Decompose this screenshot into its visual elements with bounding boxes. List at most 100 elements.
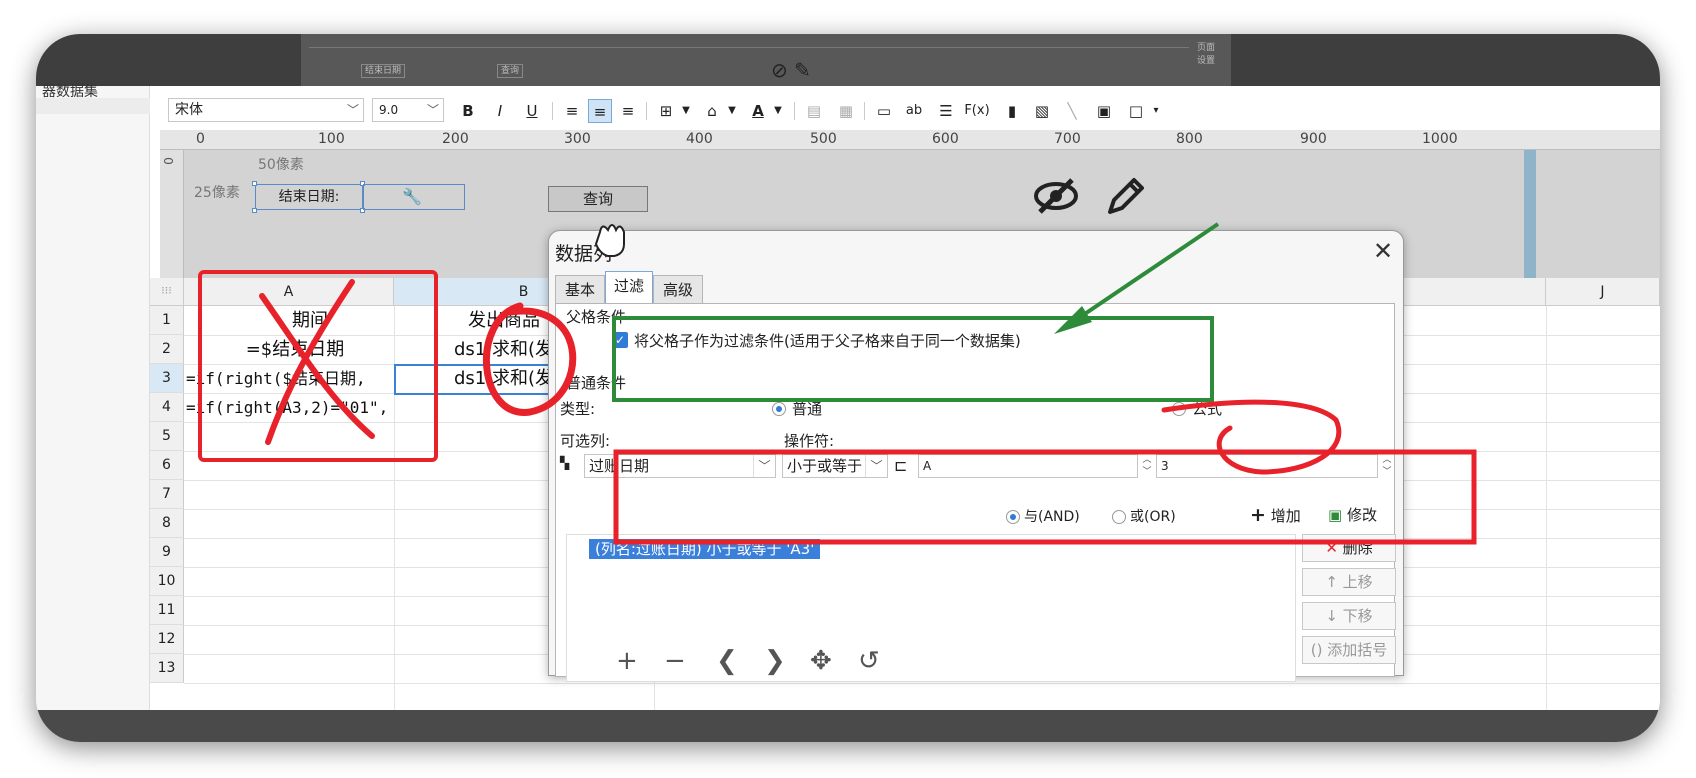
formula-button[interactable]: F(x)	[962, 99, 992, 123]
align-right-icon[interactable]: ≡	[616, 99, 640, 123]
grid-icon[interactable]: ▦	[834, 99, 858, 123]
cell-a2[interactable]: =$结束日期	[200, 335, 390, 364]
dimension-label-50: 50像素	[258, 157, 304, 173]
column-header-j[interactable]: J	[1546, 278, 1660, 306]
row-header[interactable]: 9	[150, 538, 184, 567]
row-header[interactable]: 8	[150, 509, 184, 538]
end-date-label-widget[interactable]: 结束日期:	[255, 184, 363, 210]
add-bracket-button[interactable]: () 添加括号	[1302, 636, 1396, 664]
tab-basic[interactable]: 基本	[555, 275, 605, 303]
column-header-a[interactable]: A	[184, 278, 394, 306]
chevron-down-icon[interactable]: ▼	[766, 99, 790, 123]
layout-boundary-marker	[1524, 150, 1536, 278]
italic-button[interactable]: I	[488, 99, 512, 123]
operator-label: 操作符:	[784, 432, 835, 450]
arrow-up-icon: ↑	[1325, 573, 1338, 591]
chevron-right-icon[interactable]: ❯	[764, 646, 786, 676]
sub-report-icon[interactable]: ▣	[1092, 99, 1116, 123]
mini-eye-pencil-icon: ⊘ ✎	[771, 58, 811, 82]
minus-icon[interactable]: −	[664, 646, 686, 676]
dataset-pane-header	[36, 98, 150, 114]
bold-button[interactable]: B	[456, 99, 480, 123]
select-all-corner[interactable]: ⁝⁝⁝	[150, 278, 184, 306]
chevron-left-icon[interactable]: ❮	[716, 646, 738, 676]
chevron-down-icon[interactable]: ▼	[720, 99, 744, 123]
align-left-icon[interactable]: ≡	[560, 99, 584, 123]
available-column-label: 可选列:	[560, 432, 611, 450]
font-family-select[interactable]: 宋体 ﹀	[168, 98, 364, 122]
type-normal-radio[interactable]	[772, 402, 786, 416]
delete-icon: ✕	[1325, 539, 1338, 557]
row-header[interactable]: 12	[150, 625, 184, 654]
column-select[interactable]: 过账日期 ﹀	[584, 454, 776, 478]
value-field[interactable]: A	[918, 454, 1138, 478]
chevron-down-icon: ﹀	[346, 103, 359, 117]
row-header[interactable]: 6	[150, 451, 184, 480]
arrow-down-icon: ↓	[1325, 607, 1338, 625]
value-field-secondary[interactable]: 3	[1156, 454, 1378, 478]
chart-icon[interactable]: ▮	[1000, 99, 1024, 123]
chevron-down-icon: ﹀	[753, 455, 775, 477]
rotate-icon[interactable]: ↺	[858, 646, 880, 676]
spinner-icon[interactable]: ︿ ﹀	[1140, 454, 1154, 478]
cell-a1[interactable]: 期间	[230, 306, 390, 335]
cell-a3[interactable]: =if(right($结束日期,	[186, 364, 392, 393]
end-date-picker-widget[interactable]: 🔧	[363, 184, 465, 210]
parent-filter-label: 将父格子作为过滤条件(适用于父子格来自于同一个数据集)	[634, 332, 1021, 350]
row-header[interactable]: 2	[150, 335, 184, 364]
move-up-button[interactable]: ↑ 上移	[1302, 568, 1396, 596]
row-header[interactable]: 10	[150, 567, 184, 596]
cell-picker-icon[interactable]: ⊏	[894, 456, 907, 475]
delete-button[interactable]: ✕ 删除	[1302, 534, 1396, 562]
row-header[interactable]: 13	[150, 654, 184, 683]
hidden-eye-icon[interactable]	[1032, 176, 1080, 216]
text-box-icon[interactable]: ▭	[872, 99, 896, 123]
font-size-select[interactable]: 9.0 ﹀	[372, 98, 444, 122]
dataset-pane-title: 器数据集	[42, 84, 98, 100]
slash-icon[interactable]: ╲	[1060, 99, 1084, 123]
modify-condition-button[interactable]: ▣ 修改	[1328, 504, 1377, 525]
cell-a4[interactable]: =if(right(A3,2)="01",	[186, 393, 392, 422]
pencil-icon[interactable]	[1104, 176, 1146, 218]
tab-filter[interactable]: 过滤	[605, 271, 653, 303]
type-label: 类型:	[560, 400, 596, 418]
align-center-icon[interactable]: ≡	[588, 99, 612, 123]
row-header[interactable]: 5	[150, 422, 184, 451]
parent-filter-checkbox[interactable]: ✓	[612, 332, 628, 348]
move-icon[interactable]: ✥	[810, 646, 832, 676]
close-icon[interactable]: ✕	[1373, 237, 1393, 265]
image-icon[interactable]: ▧	[1030, 99, 1054, 123]
freeze-icon[interactable]: ▤	[802, 99, 826, 123]
dataset-pane: 器数据集	[36, 84, 150, 710]
chevron-down-icon[interactable]: ▾	[1144, 99, 1168, 123]
column-header-i[interactable]	[1436, 278, 1546, 306]
chevron-down-icon[interactable]: ▼	[674, 99, 698, 123]
and-radio[interactable]	[1006, 510, 1020, 524]
parent-condition-heading: 父格条件	[566, 308, 627, 326]
add-condition-button[interactable]: + 增加	[1250, 504, 1301, 526]
dimension-label-25: 25像素	[194, 185, 240, 201]
modify-icon: ▣	[1328, 506, 1343, 524]
vertical-ruler: 0	[160, 150, 184, 278]
plus-icon[interactable]: +	[616, 646, 638, 676]
plus-icon: +	[1250, 504, 1266, 526]
underline-button[interactable]: U	[520, 99, 544, 123]
type-formula-radio[interactable]	[1172, 402, 1186, 416]
mini-right-text: 页面 设置	[1196, 43, 1215, 66]
spinner-icon[interactable]: ︿ ﹀	[1380, 454, 1394, 478]
move-down-button[interactable]: ↓ 下移	[1302, 602, 1396, 630]
row-header[interactable]: 3	[150, 364, 184, 393]
rich-text-icon[interactable]: ☰	[934, 99, 958, 123]
row-header[interactable]: 11	[150, 596, 184, 625]
tab-advanced[interactable]: 高级	[653, 275, 703, 303]
column-type-icon: ▚	[560, 456, 570, 470]
or-radio[interactable]	[1112, 510, 1126, 524]
row-header[interactable]: 4	[150, 393, 184, 422]
or-label: 或(OR)	[1130, 509, 1176, 525]
row-header[interactable]: 1	[150, 306, 184, 335]
text-ab-button[interactable]: ab	[902, 99, 926, 123]
row-header[interactable]: 7	[150, 480, 184, 509]
operator-select[interactable]: 小于或等于 ﹀	[782, 454, 888, 478]
query-button[interactable]: 查询	[548, 186, 648, 212]
condition-list-item[interactable]: (列名:过账日期) 小于或等于 'A3'	[589, 539, 821, 559]
